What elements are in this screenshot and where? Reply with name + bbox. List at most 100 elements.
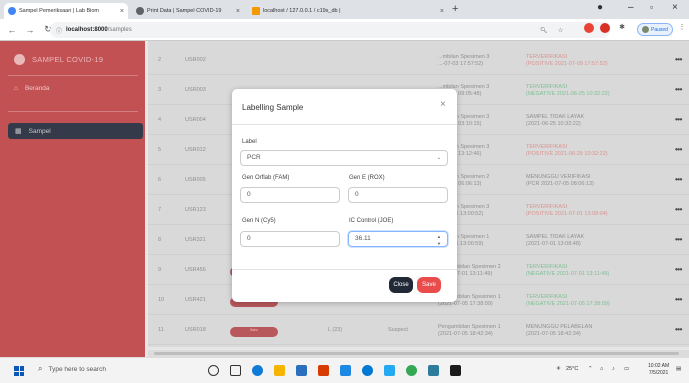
sidebar-item-label: Beranda (24, 85, 50, 92)
table-icon: ▦ (15, 128, 22, 135)
store-icon[interactable] (296, 365, 307, 376)
url-input[interactable]: ⓘ localhost:8000 /samples 🔍︎ ☆ (50, 22, 610, 38)
row-number: 9 (158, 267, 162, 273)
sidebar-item-sampel[interactable]: ▦ Sampel (8, 123, 143, 139)
table-row[interactable]: 2 USR002 ...mbilan Spesimen 3 ...-07-03 17:… (148, 45, 689, 75)
messenger-icon[interactable] (362, 365, 373, 376)
network-icon[interactable]: ⌂ (600, 366, 603, 372)
info-icon[interactable]: ⓘ (56, 26, 62, 35)
chrome-icon[interactable] (406, 365, 417, 376)
temperature: 25°C (566, 366, 579, 372)
terminal-icon[interactable] (428, 365, 439, 376)
spinner-icon[interactable]: ▲ ▼ (437, 233, 441, 247)
browser-tab-print[interactable]: Print Data | Sampel COVID-19 × (132, 3, 244, 19)
back-icon[interactable]: ← (6, 25, 18, 35)
volume-icon[interactable]: ♪ (612, 366, 615, 372)
sidebar: SAMPEL COVID-19 ⌂ Beranda ▦ Sampel (0, 41, 145, 357)
sidebar-divider (8, 111, 138, 112)
avatar (642, 26, 649, 33)
row-actions-button[interactable]: ••• (675, 265, 682, 274)
gen-orflab-input[interactable]: 0 (240, 187, 340, 203)
bookmark-star-icon[interactable]: ☆ (558, 27, 563, 34)
globe-icon (136, 7, 144, 15)
horizontal-scrollbar[interactable] (148, 350, 689, 357)
notification-icon[interactable]: ▤ (676, 366, 681, 372)
row-actions-button[interactable]: ••• (675, 115, 682, 124)
row-number: 6 (158, 177, 162, 183)
forward-icon[interactable]: → (24, 25, 36, 35)
status-cell: TERVERIFIKASI (POSITIVE 2021-06-25 10:32:… (526, 144, 608, 157)
browser-tab-sampel[interactable]: Sampel Pemeriksaan | Lab Biom × (4, 3, 128, 19)
close-icon[interactable]: × (120, 8, 124, 15)
search-icon: ⌕ (38, 364, 43, 373)
scrollbar-thumb[interactable] (154, 352, 679, 355)
row-actions-button[interactable]: ••• (675, 205, 682, 214)
row-actions-button[interactable]: ••• (675, 295, 682, 304)
maximize-icon[interactable]: ▫ (650, 2, 653, 12)
cortana-icon[interactable] (208, 365, 219, 376)
url-host: localhost:8000 (66, 27, 108, 33)
zoom-icon[interactable]: 🔍︎ (540, 27, 548, 34)
app-icon[interactable] (340, 365, 351, 376)
row-actions-button[interactable]: ••• (675, 175, 682, 184)
edge-icon[interactable] (252, 365, 263, 376)
vscode-icon[interactable] (384, 365, 395, 376)
row-number: 5 (158, 147, 162, 153)
table-row[interactable]: 11 USR018 Baru L (23) Suspect Pengambilan Spe… (148, 315, 689, 345)
close-icon[interactable]: × (440, 99, 446, 110)
ic-control-input[interactable]: 36.11 ▲ ▼ (348, 231, 448, 247)
row-actions-button[interactable]: ••• (675, 145, 682, 154)
minimize-icon[interactable]: – (628, 2, 634, 13)
taskbar-search[interactable]: ⌕ Type here to search (38, 364, 106, 374)
extension-icon[interactable] (584, 23, 594, 33)
close-icon[interactable]: × (440, 8, 444, 15)
gen-e-input[interactable]: 0 (348, 187, 448, 203)
gen-orflab-value: 0 (247, 191, 251, 198)
extensions-puzzle-icon[interactable]: ✱ (617, 23, 627, 33)
row-actions-button[interactable]: ••• (675, 325, 682, 334)
row-actions-button[interactable]: ••• (675, 85, 682, 94)
labelling-modal: Labelling Sample × Label PCR ⌄ Gen Orfla… (232, 89, 457, 302)
windows-start-icon[interactable] (14, 366, 24, 376)
browser-tab-phpmyadmin[interactable]: localhost / 127.0.0.1 / c19s_db | × (248, 3, 448, 19)
row-actions-button[interactable]: ••• (675, 55, 682, 64)
label-select[interactable]: PCR ⌄ (240, 150, 448, 166)
profile-icon[interactable]: ● (597, 2, 603, 13)
row-number: 10 (158, 297, 165, 303)
window-close-icon[interactable]: × (672, 2, 678, 13)
status-cell: TERVERIFIKASI (POSITIVE 2021-07-09 17:57:… (526, 54, 608, 67)
sidebar-item-beranda[interactable]: ⌂ Beranda (14, 85, 50, 92)
file-explorer-icon[interactable] (274, 365, 285, 376)
clock-date: 7/5/2021 (648, 370, 669, 376)
tray-chevron-icon[interactable]: ⌃ (588, 366, 593, 372)
close-icon[interactable]: × (236, 8, 240, 15)
virus-logo-icon (14, 54, 25, 65)
gen-n-input[interactable]: 0 (240, 231, 340, 247)
home-icon: ⌂ (14, 85, 18, 92)
weather-icon[interactable]: ☀ (556, 366, 561, 372)
paused-label: Paused (651, 26, 668, 33)
menu-kebab-icon[interactable]: ⋮ (677, 23, 687, 33)
battery-icon[interactable]: ▭ (624, 366, 629, 372)
chrome-icon (8, 7, 16, 15)
row-number: 11 (158, 327, 164, 333)
extension-icon[interactable] (600, 23, 610, 33)
status-cell: MENUNGGU PELABELAN (2021-07-05 18:42:34) (526, 324, 593, 337)
sample-id: USR002 (185, 57, 206, 63)
office-icon[interactable] (318, 365, 329, 376)
label-select-value: PCR (247, 154, 261, 161)
profile-paused-button[interactable]: Paused (637, 23, 673, 36)
close-button[interactable]: Close (389, 277, 413, 293)
task-view-icon[interactable] (230, 365, 241, 376)
photos-icon[interactable] (450, 365, 461, 376)
status-cell: TERVERIFIKASI (NEGATIVE 2021-07-05 17:38:… (526, 294, 610, 307)
save-button[interactable]: Save (417, 277, 441, 293)
browser-tab-bar: Sampel Pemeriksaan | Lab Biom × Print Da… (0, 0, 689, 19)
sample-id: USR004 (185, 117, 206, 123)
new-tab-button[interactable]: + (452, 3, 458, 15)
clock[interactable]: 10:02 AM 7/5/2021 (648, 363, 669, 377)
tab-title: Sampel Pemeriksaan | Lab Biom (19, 8, 99, 14)
brand[interactable]: SAMPEL COVID-19 (14, 54, 103, 65)
detail-cell: Pengambilan Spesimen 1 (2021-07-05 18:42:… (438, 324, 501, 337)
row-actions-button[interactable]: ••• (675, 235, 682, 244)
